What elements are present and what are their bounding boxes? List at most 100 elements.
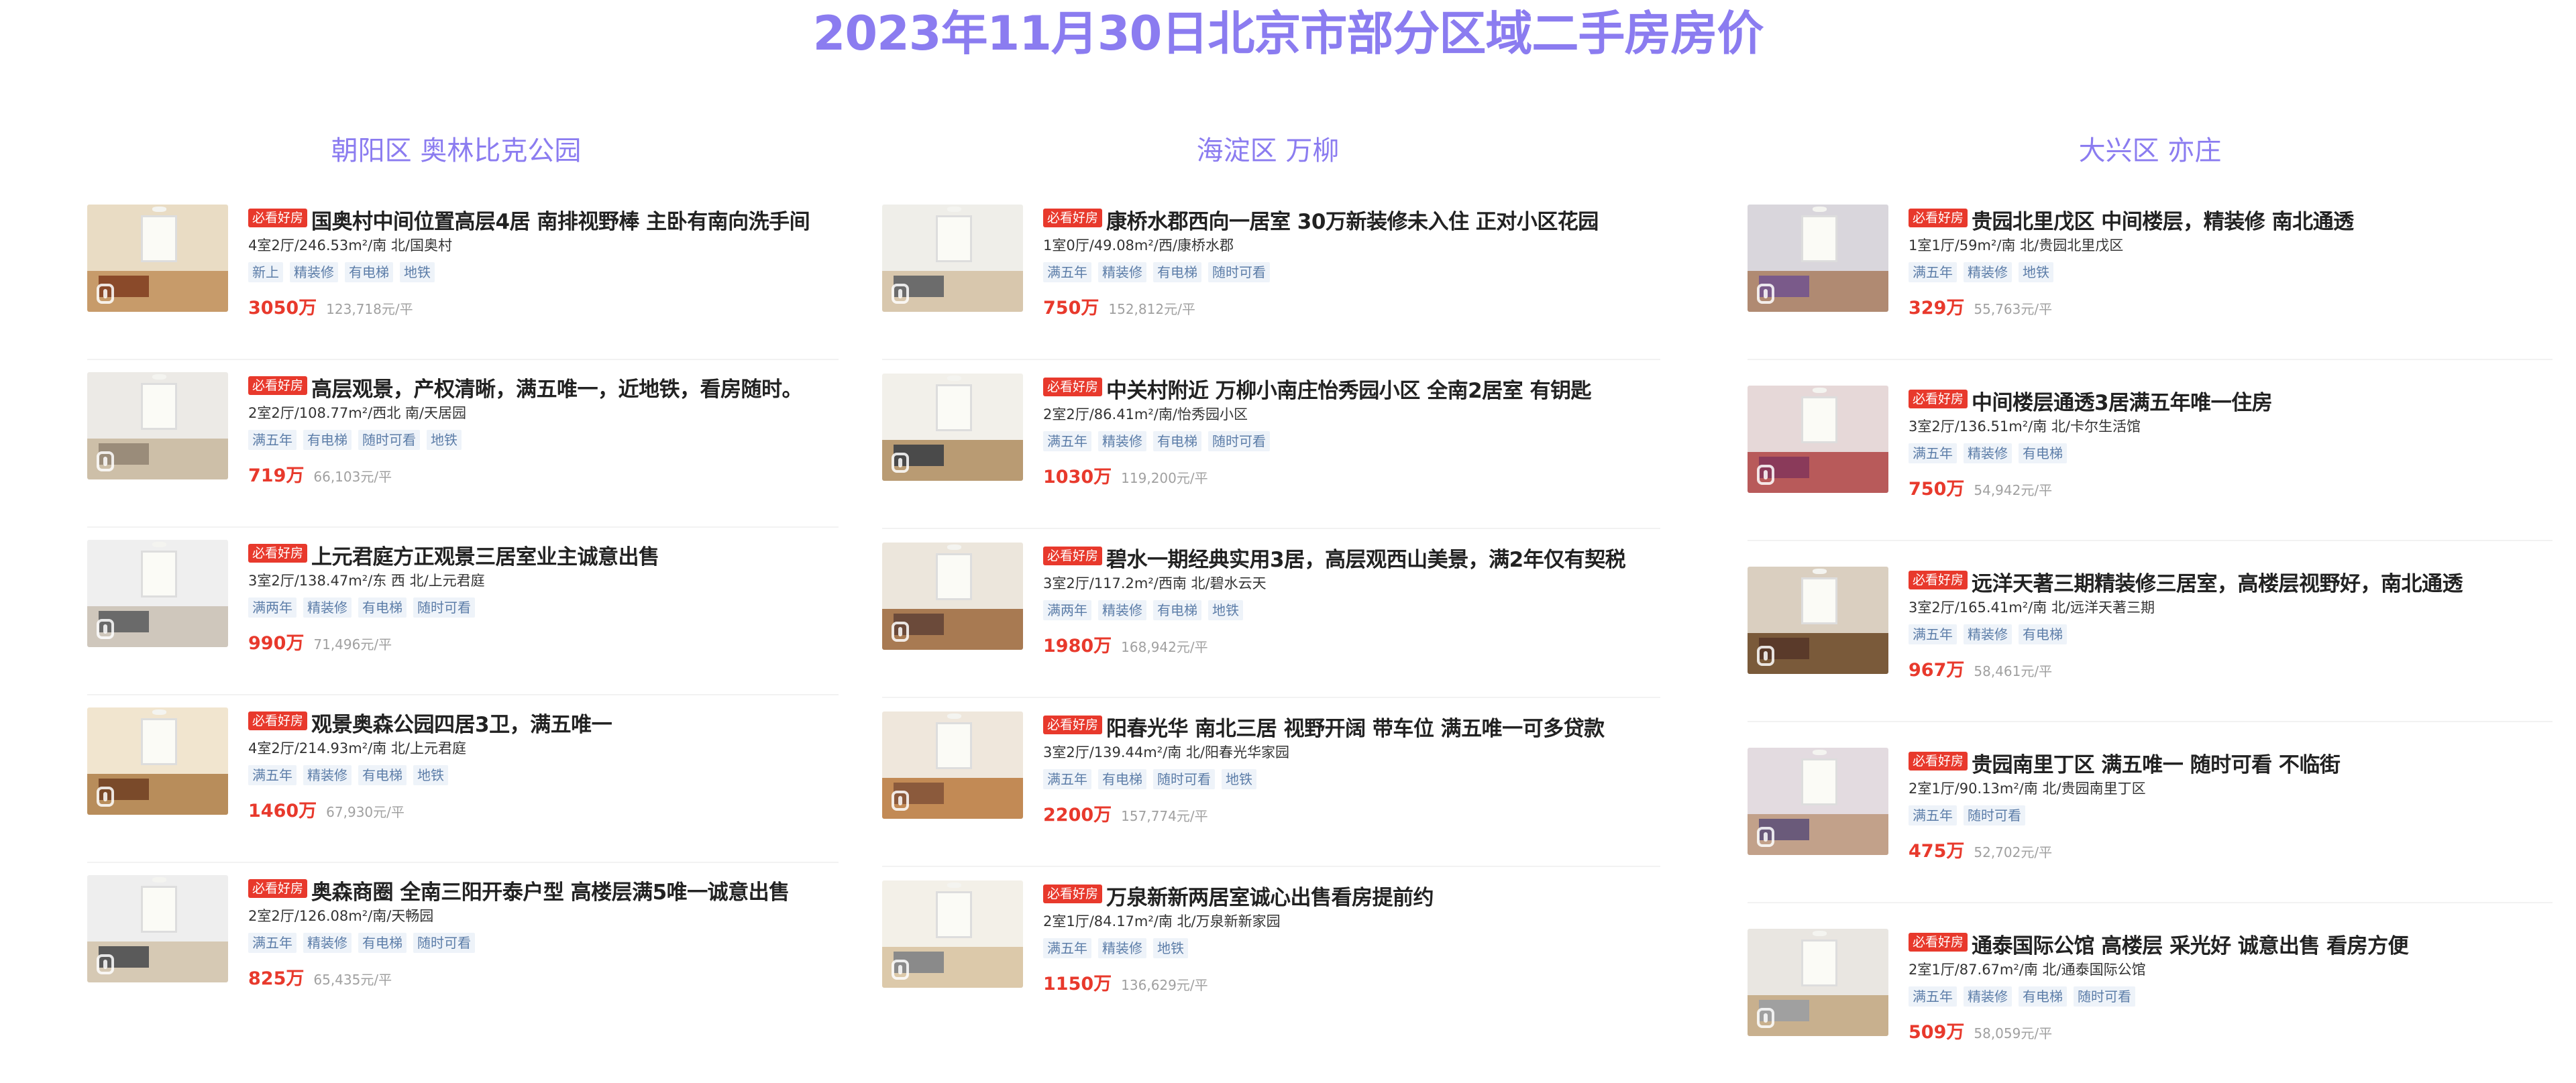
listing-title[interactable]: 上元君庭方正观景三居室业主诚意出售 [311, 545, 659, 569]
featured-badge: 必看好房 [1909, 389, 1968, 408]
listing-details: 1室1厅/59m²/南 北/贵园北里戊区 [1909, 237, 2124, 253]
unit-price: 123,718元/平 [326, 301, 413, 317]
feature-tag: 满五年 [1909, 986, 1957, 1007]
feature-tags: 满五年 精装修 有电梯 随时可看 [1043, 431, 1591, 455]
listing-title[interactable]: 奥森商圈 全南三阳开泰户型 高楼层满5唯一诚意出售 [311, 880, 790, 905]
listing-card[interactable]: 必看好房 贵园南里丁区 满五唯一 随时可看 不临街 2室1厅/90.13m²/南 … [1748, 748, 2553, 903]
total-price: 509万 [1909, 1022, 1965, 1043]
total-price: 750万 [1909, 479, 1965, 500]
listing-title[interactable]: 通泰国际公馆 高楼层 采光好 诚意出售 看房方便 [1972, 934, 2409, 958]
listing-card[interactable]: 必看好房 通泰国际公馆 高楼层 采光好 诚意出售 看房方便 2室1厅/87.67m… [1748, 929, 2553, 1083]
vr-tour-icon[interactable] [97, 284, 114, 304]
listing-card[interactable]: 必看好房 国奥村中间位置高层4居 南排视野棒 主卧有南向洗手间 4室2厅/246.… [87, 205, 839, 360]
unit-price: 157,774元/平 [1121, 808, 1208, 824]
listing-photo[interactable] [1748, 567, 1888, 674]
listing-title[interactable]: 贵园南里丁区 满五唯一 随时可看 不临街 [1972, 753, 2341, 777]
vr-tour-icon[interactable] [1757, 1008, 1774, 1028]
listing-photo[interactable] [87, 707, 228, 815]
feature-tag: 新上 [248, 262, 283, 282]
listing-card[interactable]: 必看好房 贵园北里戊区 中间楼层，精装修 南北通透 1室1厅/59m²/南 北/贵… [1748, 205, 2553, 360]
listing-details: 1室0厅/49.08m²/西/康桥水郡 [1043, 237, 1234, 253]
featured-badge: 必看好房 [1909, 570, 1968, 589]
vr-tour-icon[interactable] [1757, 646, 1774, 666]
listing-photo[interactable] [882, 880, 1023, 988]
listing-title[interactable]: 康桥水郡西向一居室 30万新装修未入住 正对小区花园 [1106, 210, 1599, 234]
feature-tag: 随时可看 [1964, 805, 2025, 825]
listing-card[interactable]: 必看好房 上元君庭方正观景三居室业主诚意出售 3室2厅/138.47m²/东 西 … [87, 540, 839, 695]
featured-badge: 必看好房 [1043, 715, 1103, 734]
listing-details: 3室2厅/165.41m²/南 北/远洋天著三期 [1909, 600, 2155, 616]
feature-tag: 地铁 [413, 765, 448, 785]
listing-card[interactable]: 必看好房 奥森商圈 全南三阳开泰户型 高楼层满5唯一诚意出售 2室2厅/126.0… [87, 875, 839, 1029]
feature-tag: 随时可看 [2074, 986, 2135, 1007]
feature-tags: 满五年 随时可看 [1909, 805, 2340, 830]
featured-badge: 必看好房 [248, 878, 308, 898]
feature-tag: 满五年 [1909, 624, 1957, 644]
listing-title[interactable]: 碧水一期经典实用3居，高层观西山美景，满2年仅有契税 [1106, 548, 1626, 572]
listing-photo[interactable] [882, 543, 1023, 650]
listing-photo[interactable] [882, 374, 1023, 481]
vr-tour-icon[interactable] [97, 787, 114, 807]
listing-title[interactable]: 贵园北里戊区 中间楼层，精装修 南北通透 [1972, 210, 2354, 234]
listing-photo[interactable] [87, 540, 228, 647]
listing-title[interactable]: 观景奥森公园四居3卫，满五唯一 [311, 713, 612, 737]
listing-title[interactable]: 国奥村中间位置高层4居 南排视野棒 主卧有南向洗手间 [311, 210, 810, 234]
feature-tags: 满五年 精装修 有电梯 [1909, 443, 2272, 467]
vr-tour-icon[interactable] [892, 453, 909, 473]
listing-photo[interactable] [1748, 929, 1888, 1036]
total-price: 329万 [1909, 298, 1965, 319]
vr-tour-icon[interactable] [1757, 284, 1774, 304]
feature-tags: 满五年 精装修 有电梯 随时可看 [1043, 262, 1599, 286]
listing-title[interactable]: 中关村附近 万柳小南庄怡秀园小区 全南2居室 有钥匙 [1106, 379, 1591, 403]
listing-card[interactable]: 必看好房 观景奥森公园四居3卫，满五唯一 4室2厅/214.93m²/南 北/上元… [87, 707, 839, 863]
total-price: 719万 [248, 465, 305, 486]
feature-tag: 有电梯 [358, 933, 407, 953]
total-price: 1030万 [1043, 467, 1112, 488]
listing-card[interactable]: 必看好房 阳春光华 南北三居 视野开阔 带车位 满五唯一可多贷款 3室2厅/139… [882, 711, 1660, 867]
unit-price: 58,461元/平 [1974, 663, 2053, 679]
listing-photo[interactable] [882, 205, 1023, 312]
listing-photo[interactable] [87, 875, 228, 982]
listing-details: 3室2厅/136.51m²/南 北/卡尔生活馆 [1909, 418, 2141, 435]
featured-badge: 必看好房 [1043, 208, 1103, 227]
listing-title[interactable]: 阳春光华 南北三居 视野开阔 带车位 满五唯一可多贷款 [1106, 717, 1605, 741]
listing-photo[interactable] [1748, 748, 1888, 855]
listing-card[interactable]: 必看好房 中间楼层通透3居满五年唯一住房 3室2厅/136.51m²/南 北/卡尔… [1748, 386, 2553, 541]
feature-tags: 满五年 精装修 有电梯 随时可看 [1909, 986, 2408, 1011]
listing-title[interactable]: 高层观景，产权清晰，满五唯一，近地铁，看房随时。 [311, 378, 803, 402]
feature-tag: 地铁 [2019, 262, 2053, 282]
vr-tour-icon[interactable] [892, 622, 909, 642]
listing-title[interactable]: 远洋天著三期精装修三居室，高楼层视野好，南北通透 [1972, 572, 2463, 596]
feature-tag: 满五年 [1043, 938, 1091, 958]
listing-title[interactable]: 中间楼层通透3居满五年唯一住房 [1972, 391, 2273, 415]
listing-card[interactable]: 必看好房 碧水一期经典实用3居，高层观西山美景，满2年仅有契税 3室2厅/117.… [882, 543, 1660, 698]
vr-tour-icon[interactable] [97, 451, 114, 471]
vr-tour-icon[interactable] [892, 960, 909, 980]
listing-photo[interactable] [1748, 386, 1888, 493]
listing-card[interactable]: 必看好房 万泉新新两居室诚心出售看房提前约 2室1厅/84.17m²/南 北/万泉… [882, 880, 1660, 1035]
vr-tour-icon[interactable] [97, 954, 114, 974]
feature-tags: 满两年 精装修 有电梯 地铁 [1043, 600, 1625, 624]
vr-tour-icon[interactable] [892, 791, 909, 811]
listing-column: 朝阳区 奥林比克公园 必看好房 国奥村中间位置高层4居 南排视野棒 主卧有南向洗手… [87, 121, 839, 1046]
listing-card[interactable]: 必看好房 远洋天著三期精装修三居室，高楼层视野好，南北通透 3室2厅/165.41… [1748, 567, 2553, 722]
listing-photo[interactable] [87, 372, 228, 479]
listing-details: 3室2厅/117.2m²/西南 北/碧水云天 [1043, 575, 1267, 591]
listing-card[interactable]: 必看好房 中关村附近 万柳小南庄怡秀园小区 全南2居室 有钥匙 2室2厅/86.4… [882, 374, 1660, 529]
listing-photo[interactable] [1748, 205, 1888, 312]
listing-photo[interactable] [882, 711, 1023, 819]
listing-card[interactable]: 必看好房 高层观景，产权清晰，满五唯一，近地铁，看房随时。 2室2厅/108.77… [87, 372, 839, 528]
vr-tour-icon[interactable] [97, 619, 114, 639]
vr-tour-icon[interactable] [1757, 465, 1774, 485]
listing-card[interactable]: 必看好房 康桥水郡西向一居室 30万新装修未入住 正对小区花园 1室0厅/49.0… [882, 205, 1660, 360]
unit-price: 136,629元/平 [1121, 977, 1208, 993]
feature-tag: 满五年 [1043, 769, 1091, 789]
feature-tags: 满五年 有电梯 随时可看 地铁 [248, 430, 802, 454]
vr-tour-icon[interactable] [892, 284, 909, 304]
vr-tour-icon[interactable] [1757, 827, 1774, 847]
feature-tag: 满五年 [248, 933, 297, 953]
listing-photo[interactable] [87, 205, 228, 312]
listing-title[interactable]: 万泉新新两居室诚心出售看房提前约 [1106, 886, 1434, 910]
feature-tag: 有电梯 [1098, 769, 1146, 789]
feature-tag: 精装修 [1964, 262, 2012, 282]
